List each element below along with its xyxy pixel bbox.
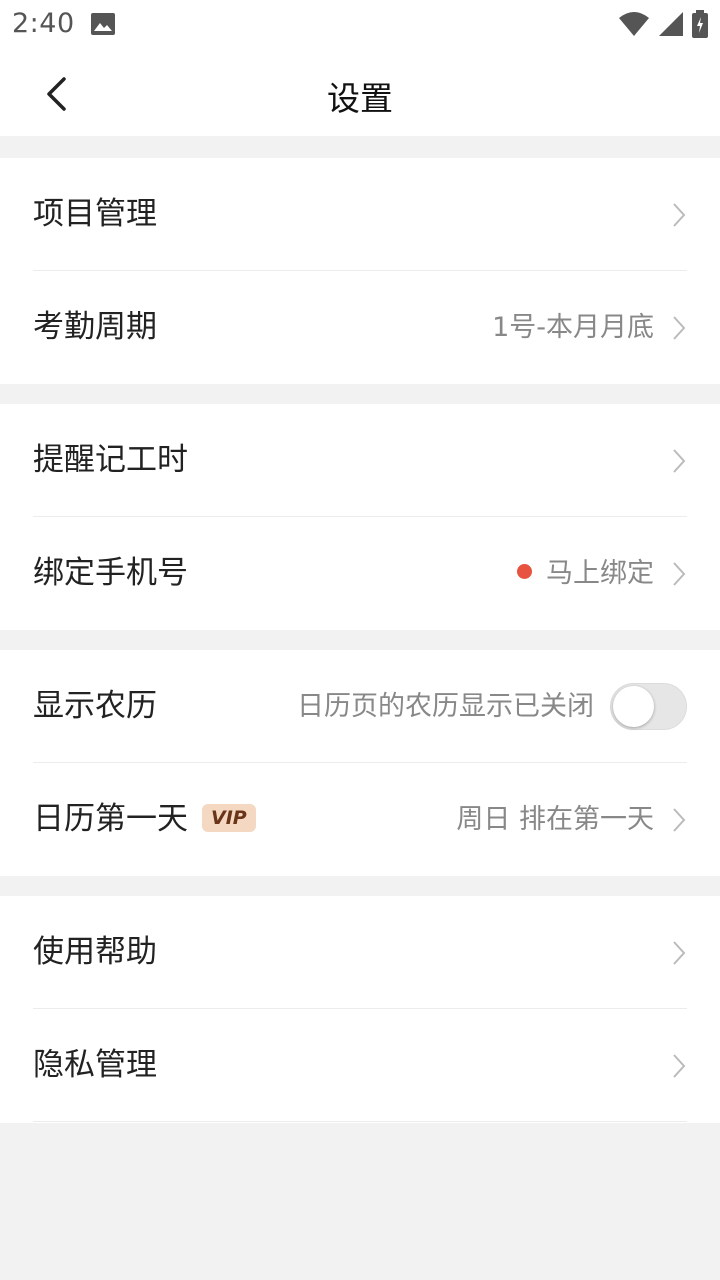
setting-label: 使用帮助 (33, 934, 157, 970)
notification-dot (517, 564, 532, 579)
setting-label: 项目管理 (33, 196, 157, 232)
settings-group-calendar: 显示农历 日历页的农历显示已关闭 日历第一天 VIP 周日 排在第一天 (0, 650, 720, 876)
setting-label: 提醒记工时 (33, 442, 188, 478)
settings-group-project: 项目管理 考勤周期 1号-本月月底 (0, 158, 720, 384)
image-icon (91, 13, 115, 35)
settings-group-help: 使用帮助 隐私管理 (0, 896, 720, 1123)
setting-value-wrap: 马上绑定 (517, 517, 654, 630)
setting-label-wrap: 日历第一天 VIP (33, 763, 256, 876)
setting-value: 日历页的农历显示已关闭 (297, 691, 594, 722)
setting-calendar-first-day[interactable]: 日历第一天 VIP 周日 排在第一天 (0, 763, 720, 876)
setting-bind-phone[interactable]: 绑定手机号 马上绑定 (0, 517, 720, 630)
setting-label: 显示农历 (33, 688, 157, 724)
setting-work-hour-reminder[interactable]: 提醒记工时 (0, 404, 720, 517)
status-icons (618, 8, 708, 40)
chevron-right-icon (673, 941, 686, 965)
setting-help[interactable]: 使用帮助 (0, 896, 720, 1009)
status-bar: 2:40 (0, 0, 720, 50)
setting-privacy[interactable]: 隐私管理 (0, 1009, 720, 1122)
setting-label: 考勤周期 (33, 309, 157, 345)
settings-group-account: 提醒记工时 绑定手机号 马上绑定 (0, 404, 720, 630)
vip-badge: VIP (202, 803, 256, 832)
toggle-knob (613, 686, 654, 727)
chevron-right-icon (673, 449, 686, 473)
setting-project-management[interactable]: 项目管理 (0, 158, 720, 271)
setting-value: 马上绑定 (546, 558, 654, 589)
chevron-right-icon (673, 1054, 686, 1078)
app-bar: 设置 (0, 50, 720, 136)
setting-label: 绑定手机号 (33, 555, 188, 591)
lunar-toggle[interactable] (610, 683, 687, 730)
signal-icon (659, 12, 683, 36)
divider (33, 1121, 687, 1122)
setting-show-lunar: 显示农历 日历页的农历显示已关闭 (0, 650, 720, 763)
setting-label: 隐私管理 (33, 1047, 157, 1083)
wifi-icon (619, 12, 649, 36)
setting-value: 1号-本月月底 (492, 312, 654, 343)
chevron-right-icon (673, 316, 686, 340)
chevron-right-icon (673, 562, 686, 586)
setting-value: 周日 排在第一天 (456, 804, 654, 835)
chevron-right-icon (673, 203, 686, 227)
setting-attendance-cycle[interactable]: 考勤周期 1号-本月月底 (0, 271, 720, 384)
battery-icon (692, 10, 708, 38)
chevron-right-icon (673, 808, 686, 832)
setting-label: 日历第一天 (33, 801, 188, 837)
status-time: 2:40 (12, 8, 75, 39)
page-title: 设置 (327, 79, 393, 118)
